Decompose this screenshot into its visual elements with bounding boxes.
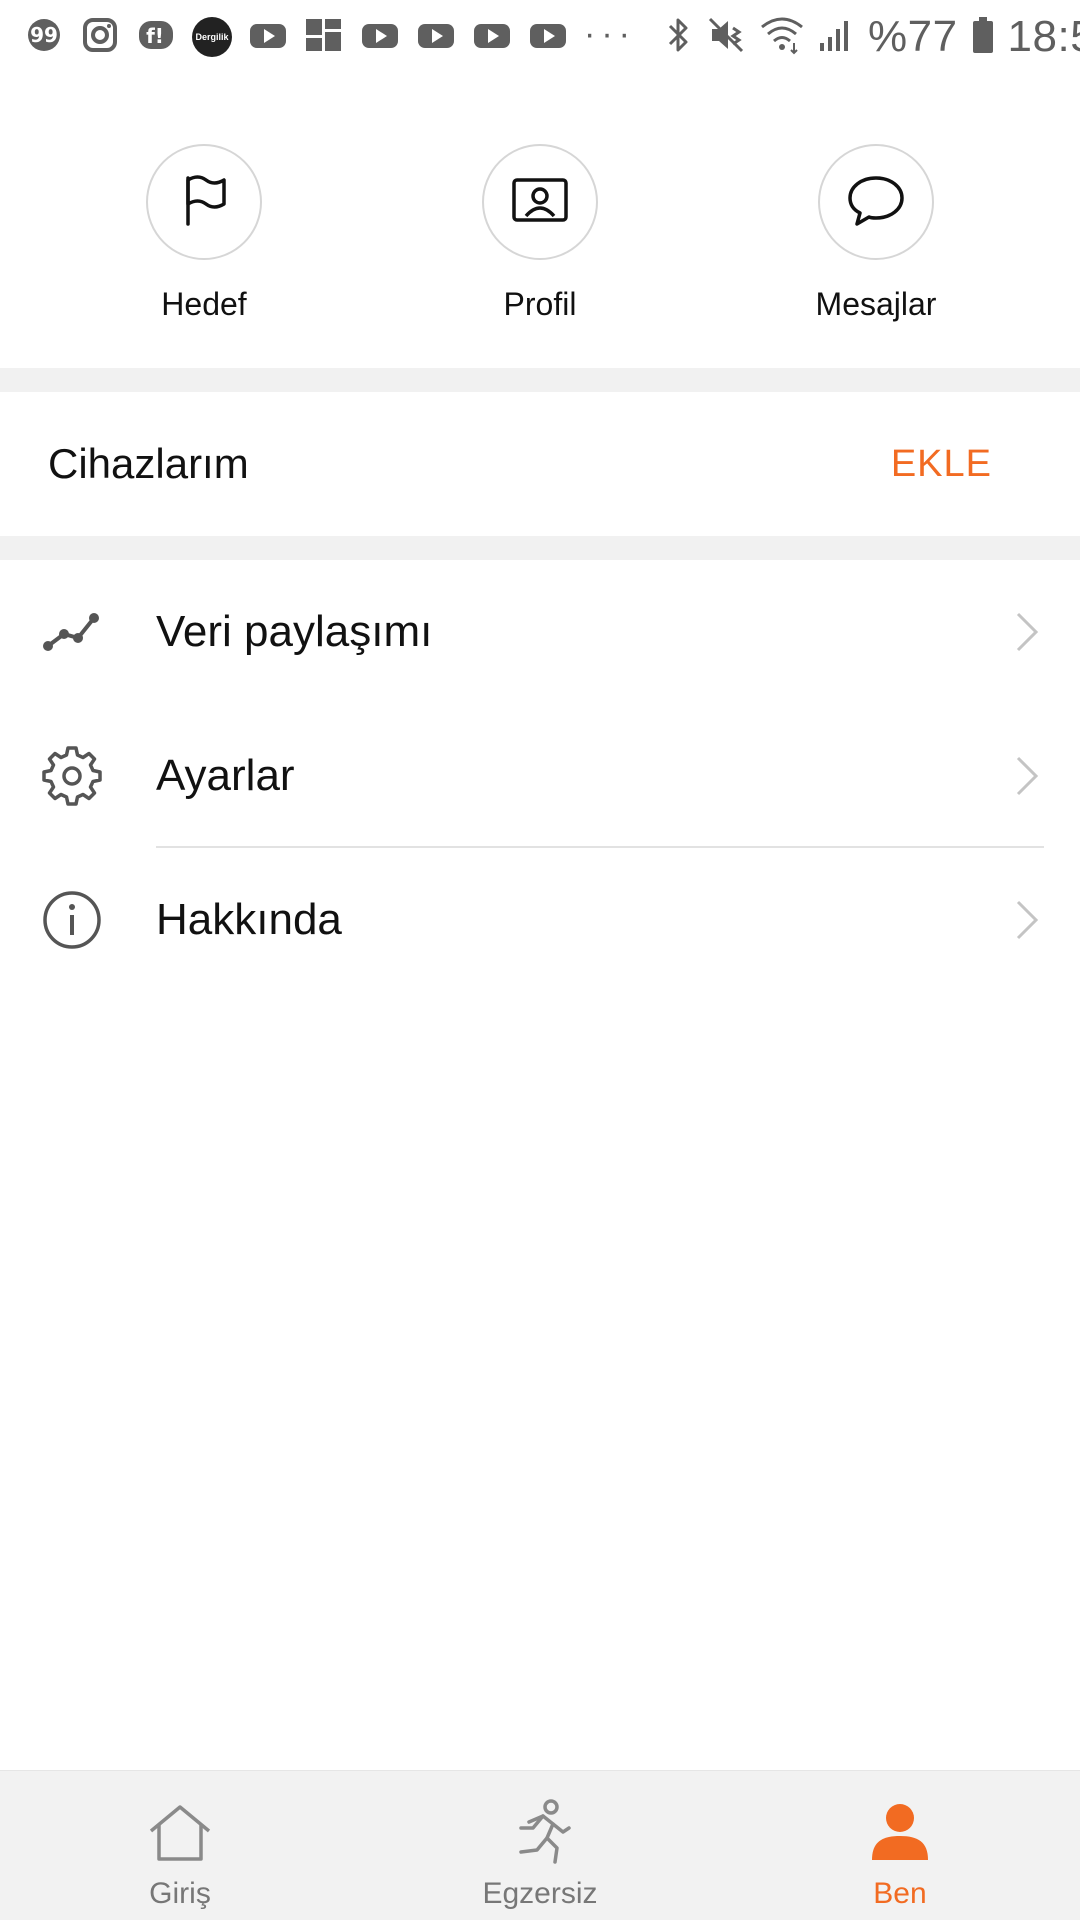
fizy-app-icon: f! bbox=[136, 15, 176, 60]
app-badge-label: Dergilik bbox=[195, 31, 229, 42]
my-devices-title: Cihazlarım bbox=[48, 440, 249, 487]
clock: 18:57 bbox=[1007, 12, 1080, 61]
signal-icon bbox=[818, 15, 854, 60]
app-screen: 99 f! Dergilik ··· %77 18: Hedef Profil … bbox=[0, 0, 1080, 1920]
shortcut-row: Hedef Profil Mesajlar bbox=[0, 74, 1080, 368]
shortcut-label: Mesajlar bbox=[815, 286, 937, 322]
nav-label: Ben bbox=[873, 1877, 927, 1910]
shortcut-label: Hedef bbox=[161, 286, 247, 322]
flag-icon bbox=[176, 172, 232, 233]
status-bar-system: %77 18:57 bbox=[652, 12, 1080, 62]
chevron-right-icon bbox=[1012, 898, 1040, 942]
muted-vibrate-icon bbox=[706, 15, 746, 60]
youtube-icon bbox=[416, 15, 456, 60]
youtube-icon bbox=[360, 15, 400, 60]
nav-label: Egzersiz bbox=[482, 1877, 598, 1910]
shortcut-profile[interactable]: Profil bbox=[440, 144, 640, 323]
goal-button[interactable] bbox=[146, 144, 262, 260]
menu-item-data-sharing[interactable]: Veri paylaşımı bbox=[0, 560, 1080, 704]
section-separator bbox=[0, 536, 1080, 560]
nav-me[interactable]: Ben bbox=[780, 1771, 1020, 1920]
data-share-icon bbox=[40, 600, 104, 664]
nav-label: Giriş bbox=[149, 1877, 211, 1910]
bottom-navigation: Giriş Egzersiz Ben bbox=[0, 1770, 1080, 1920]
chat-bubble-icon bbox=[845, 172, 907, 233]
profile-button[interactable] bbox=[482, 144, 598, 260]
messages-button[interactable] bbox=[818, 144, 934, 260]
person-icon bbox=[864, 1797, 936, 1869]
menu-item-label: Veri paylaşımı bbox=[156, 607, 433, 656]
gear-icon bbox=[40, 744, 104, 808]
instagram-icon bbox=[80, 15, 120, 60]
profile-card-icon bbox=[510, 172, 570, 233]
nav-exercise[interactable]: Egzersiz bbox=[420, 1771, 660, 1920]
shortcut-goal[interactable]: Hedef bbox=[104, 144, 304, 323]
settings-menu: Veri paylaşımı Ayarlar Hakkında bbox=[0, 560, 1080, 992]
shortcut-messages[interactable]: Mesajlar bbox=[776, 144, 976, 323]
wifi-icon bbox=[760, 15, 804, 60]
windows-tile-icon bbox=[304, 15, 344, 60]
svg-text:99: 99 bbox=[30, 23, 58, 47]
status-bar-notifications: 99 f! Dergilik ··· bbox=[24, 15, 652, 60]
chevron-right-icon bbox=[1012, 610, 1040, 654]
battery-percent: %77 bbox=[867, 12, 958, 61]
youtube-icon bbox=[248, 15, 288, 60]
nav-home[interactable]: Giriş bbox=[60, 1771, 300, 1920]
youtube-icon bbox=[528, 15, 568, 60]
youtube-icon bbox=[472, 15, 512, 60]
menu-item-label: Hakkında bbox=[156, 895, 342, 944]
chevron-right-icon bbox=[1012, 754, 1040, 798]
menu-item-about[interactable]: Hakkında bbox=[0, 848, 1080, 992]
quote-app-icon: 99 bbox=[24, 15, 64, 60]
home-icon bbox=[144, 1797, 216, 1869]
shortcut-label: Profil bbox=[503, 286, 577, 322]
running-person-icon bbox=[504, 1797, 576, 1869]
add-device-button[interactable]: EKLE bbox=[891, 443, 992, 486]
svg-text:f!: f! bbox=[146, 24, 164, 48]
dergilik-app-icon: Dergilik bbox=[192, 17, 232, 57]
battery-icon bbox=[972, 15, 994, 60]
menu-item-settings[interactable]: Ayarlar bbox=[0, 704, 1080, 848]
bluetooth-icon bbox=[666, 15, 692, 60]
more-notifications-icon: ··· bbox=[584, 14, 636, 53]
status-bar: 99 f! Dergilik ··· %77 18: bbox=[0, 0, 1080, 74]
menu-item-label: Ayarlar bbox=[156, 751, 295, 800]
info-icon bbox=[40, 888, 104, 952]
my-devices-row: Cihazlarım EKLE bbox=[0, 392, 1080, 536]
section-separator bbox=[0, 368, 1080, 392]
